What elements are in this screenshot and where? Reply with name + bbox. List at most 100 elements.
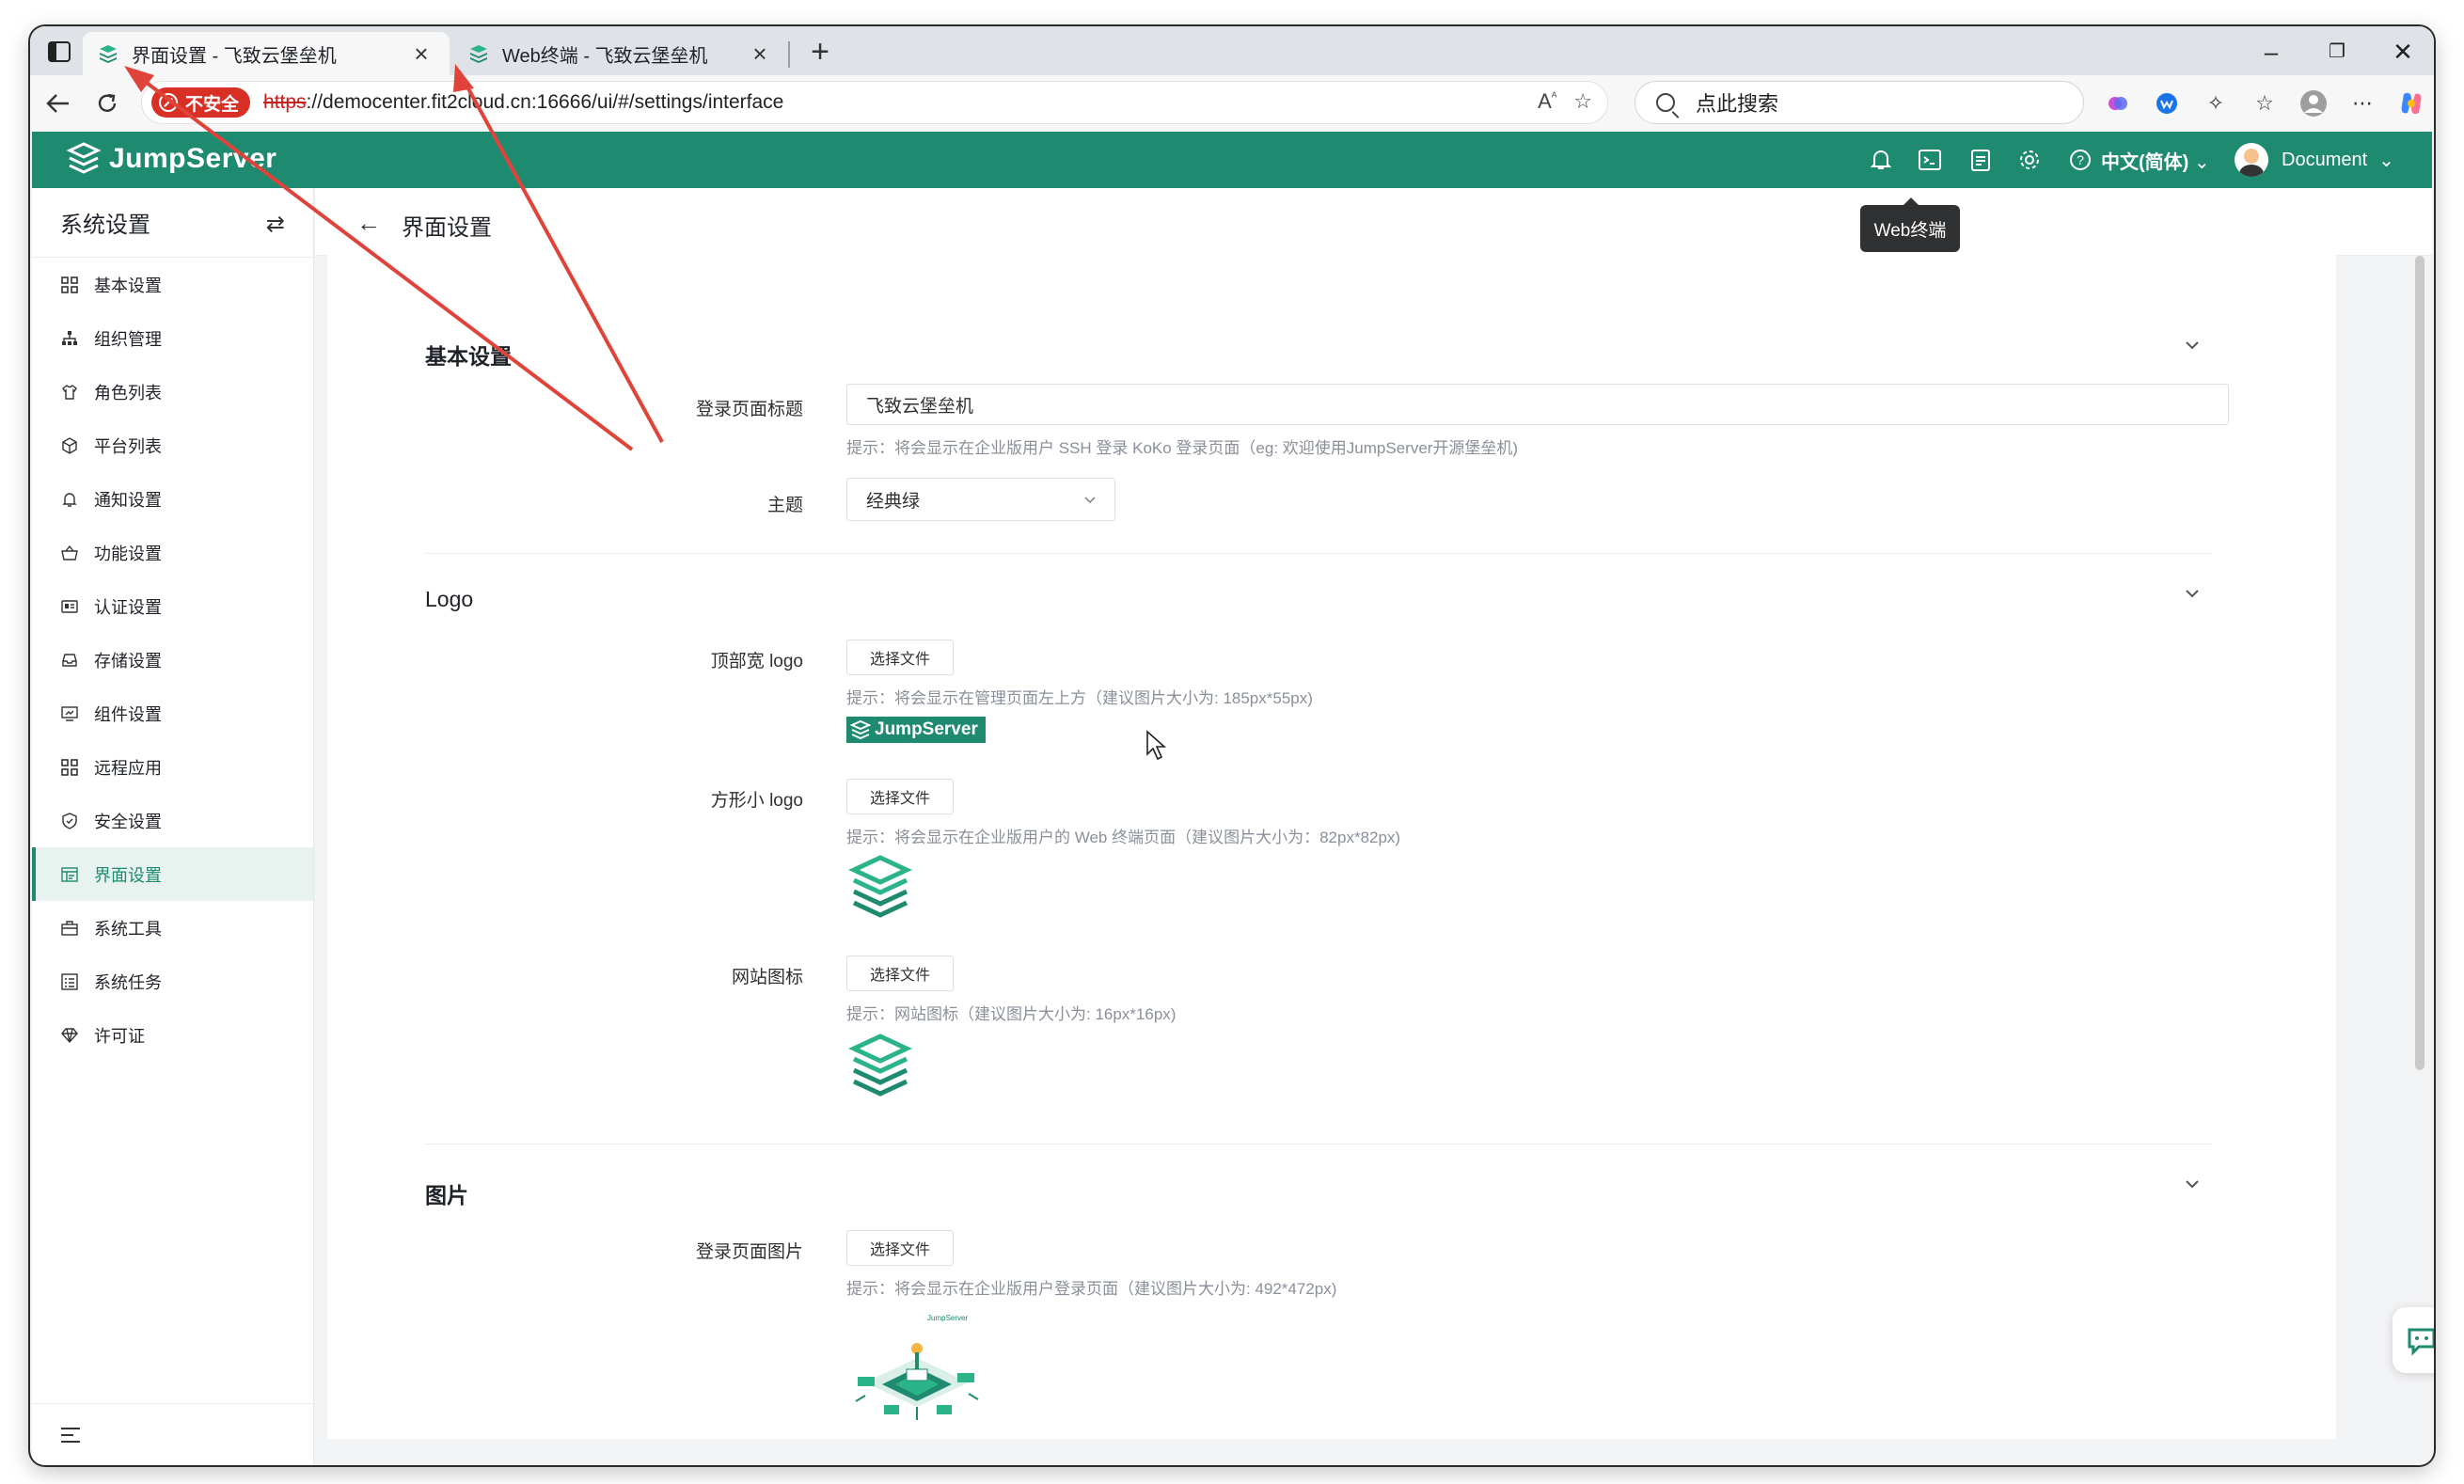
language-label: 中文(简体) bbox=[2101, 152, 2189, 173]
profile-avatar-icon[interactable] bbox=[2297, 87, 2330, 120]
search-input[interactable]: 点此搜索 bbox=[1635, 81, 2084, 124]
tab-web-terminal[interactable]: Web终端 - 飞致云堡垒机 × bbox=[453, 32, 788, 75]
reload-button[interactable] bbox=[88, 85, 126, 122]
sidebar-item[interactable]: 角色列表 bbox=[32, 365, 313, 418]
extensions-puzzle-icon[interactable]: ✧ bbox=[2199, 87, 2233, 120]
choose-file-label: 选择文件 bbox=[869, 652, 930, 668]
sidebar-item-label: 角色列表 bbox=[94, 383, 162, 403]
theme-select[interactable]: 经典绿 bbox=[846, 478, 1115, 521]
extension-brain-icon[interactable] bbox=[2101, 87, 2135, 120]
insecure-badge[interactable]: 不安全 bbox=[151, 87, 251, 118]
org-icon bbox=[60, 329, 79, 348]
tab-interface-settings[interactable]: 界面设置 - 飞致云堡垒机 × bbox=[83, 32, 450, 75]
chevron-down-icon[interactable] bbox=[2182, 335, 2203, 355]
sidebar-item[interactable]: 安全设置 bbox=[32, 794, 313, 847]
help-icon[interactable]: ? bbox=[2067, 147, 2093, 173]
task-icon bbox=[60, 972, 79, 991]
chat-icon bbox=[2408, 1328, 2434, 1356]
chat-assistant-button[interactable] bbox=[2393, 1307, 2434, 1373]
login-image-choose-file-button[interactable]: 选择文件 bbox=[846, 1230, 954, 1266]
url-field[interactable]: 不安全 https://democenter.fit2cloud.cn:1666… bbox=[141, 81, 1608, 124]
login-title-hint: 提示：将会显示在企业版用户 SSH 登录 KoKo 登录页面（eg: 欢迎使用J… bbox=[846, 439, 1519, 457]
collapse-menu-icon[interactable] bbox=[60, 1427, 81, 1444]
insecure-label: 不安全 bbox=[185, 94, 240, 115]
login-title-input[interactable]: 飞致云堡垒机 bbox=[846, 384, 2229, 425]
section-divider bbox=[425, 553, 2212, 554]
sidebar-item-label: 许可证 bbox=[94, 1026, 145, 1046]
sidebar-item[interactable]: 系统工具 bbox=[32, 901, 313, 955]
scrollbar[interactable] bbox=[2415, 256, 2425, 1070]
sidebar-footer bbox=[32, 1403, 313, 1465]
back-button[interactable] bbox=[39, 85, 77, 122]
sidebar-item[interactable]: 组织管理 bbox=[32, 311, 313, 365]
sidebar-item[interactable]: 认证设置 bbox=[32, 579, 313, 633]
tab-close-icon[interactable]: × bbox=[747, 41, 773, 66]
sidebar-item-label: 安全设置 bbox=[94, 812, 162, 831]
chevron-down-icon[interactable] bbox=[2182, 1174, 2203, 1194]
layout-icon bbox=[60, 865, 79, 884]
wide-logo-hint: 提示：将会显示在管理页面左上方（建议图片大小为: 185px*55px) bbox=[846, 689, 1313, 707]
favorites-icon[interactable]: ☆ bbox=[2248, 87, 2282, 120]
new-tab-button[interactable]: + bbox=[803, 36, 837, 70]
theme-label: 主题 bbox=[766, 496, 803, 515]
user-menu[interactable]: Document ⌄ bbox=[2235, 143, 2394, 177]
sidebar-item[interactable]: 通知设置 bbox=[32, 472, 313, 526]
wide-logo-text: JumpServer bbox=[875, 719, 978, 739]
sidebar-item[interactable]: 组件设置 bbox=[32, 687, 313, 740]
url-actions: Aᴬ ☆ bbox=[1538, 89, 1592, 114]
sidebar-item[interactable]: 平台列表 bbox=[32, 418, 313, 472]
sidebar-menu: 基本设置 组织管理角色列表平台列表通知设置 功能设置 认证设置 存储设置 组件设置远程应用… bbox=[32, 258, 313, 1062]
user-name: Document bbox=[2282, 149, 2368, 170]
sidebar-item-label: 平台列表 bbox=[94, 436, 162, 456]
favicon-choose-file-button[interactable]: 选择文件 bbox=[846, 955, 954, 991]
settings-gear-icon[interactable] bbox=[2016, 147, 2043, 173]
extension-blue-icon[interactable] bbox=[2150, 87, 2184, 120]
swap-icon[interactable]: ⇄ bbox=[266, 211, 285, 238]
chevron-down-icon[interactable] bbox=[2182, 583, 2203, 604]
tab-actions-icon[interactable] bbox=[43, 36, 75, 68]
minimize-button[interactable]: – bbox=[2244, 34, 2298, 70]
sidebar-item[interactable]: 远程应用 bbox=[32, 740, 313, 794]
grid-icon bbox=[60, 276, 79, 294]
wide-logo-preview: JumpServer bbox=[846, 717, 986, 743]
diamond-icon bbox=[60, 1026, 79, 1045]
storage-icon bbox=[60, 651, 79, 670]
favicon-preview-icon bbox=[848, 1034, 912, 1097]
svg-text:?: ? bbox=[2077, 152, 2084, 167]
sidebar-item[interactable]: 功能设置 bbox=[32, 526, 313, 579]
language-selector[interactable]: 中文(简体) ⌄ bbox=[2101, 147, 2210, 174]
web-terminal-icon[interactable] bbox=[1917, 147, 1943, 173]
copilot-icon[interactable] bbox=[2394, 87, 2428, 120]
app-logo[interactable]: JumpServer bbox=[66, 141, 276, 177]
page-header: ← 界面设置 bbox=[315, 188, 2432, 256]
cube-icon bbox=[60, 436, 79, 455]
apps-icon bbox=[60, 758, 79, 777]
tab-close-icon[interactable]: × bbox=[408, 41, 434, 66]
sidebar-item[interactable]: 存储设置 bbox=[32, 633, 313, 687]
back-arrow-icon[interactable]: ← bbox=[356, 211, 381, 235]
sidebar-item[interactable]: 系统任务 bbox=[32, 955, 313, 1008]
sidebar: 系统设置 ⇄ 基本设置 组织管理角色列表平台列表通知设置 功能设置 认证设置 存储设置组… bbox=[32, 188, 314, 1465]
read-aloud-icon[interactable]: Aᴬ bbox=[1538, 89, 1556, 114]
sidebar-item-label: 远程应用 bbox=[94, 758, 162, 778]
more-menu-icon[interactable]: ⋯ bbox=[2346, 87, 2379, 120]
tickets-icon[interactable] bbox=[1967, 147, 1994, 173]
favorite-star-icon[interactable]: ☆ bbox=[1573, 89, 1592, 114]
jumpserver-favicon-icon bbox=[470, 45, 487, 63]
login-title-value: 飞致云堡垒机 bbox=[866, 396, 974, 417]
section-title-logo: Logo bbox=[425, 587, 474, 611]
close-window-button[interactable]: ✕ bbox=[2376, 34, 2430, 70]
sidebar-header: 系统设置 ⇄ bbox=[32, 188, 313, 258]
url-path: ://democenter.fit2cloud.cn:16666/ui/#/se… bbox=[306, 91, 784, 113]
login-image-caption: JumpServer bbox=[927, 1314, 968, 1322]
sidebar-item[interactable]: 基本设置 bbox=[32, 258, 313, 311]
notification-bell-icon[interactable] bbox=[1868, 147, 1894, 173]
section-title-images: 图片 bbox=[425, 1183, 468, 1208]
wide-logo-choose-file-button[interactable]: 选择文件 bbox=[846, 639, 954, 675]
restore-button[interactable]: ❐ bbox=[2310, 34, 2364, 70]
square-logo-choose-file-button[interactable]: 选择文件 bbox=[846, 779, 954, 814]
sidebar-item[interactable]: 界面设置 bbox=[32, 847, 313, 901]
sidebar-item[interactable]: 许可证 bbox=[32, 1008, 313, 1062]
choose-file-label: 选择文件 bbox=[869, 968, 930, 984]
shirt-icon bbox=[60, 383, 79, 402]
